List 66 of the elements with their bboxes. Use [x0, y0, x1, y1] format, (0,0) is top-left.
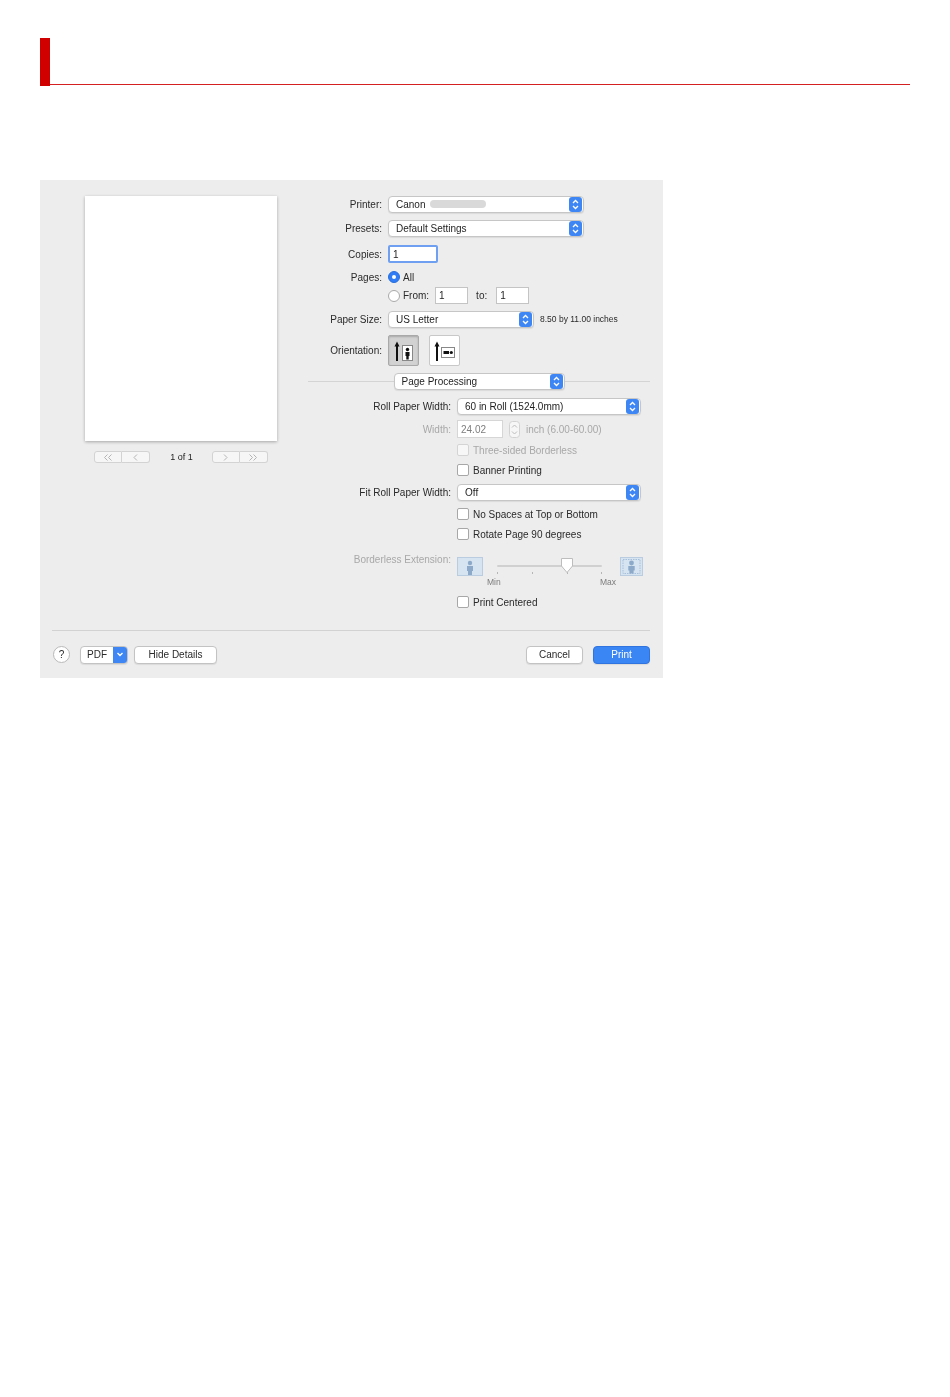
- checkbox-label: Rotate Page 90 degrees: [473, 528, 582, 540]
- landscape-orientation-button[interactable]: [429, 335, 460, 366]
- checkbox[interactable]: [457, 464, 469, 476]
- up-down-arrows-icon: [569, 196, 582, 212]
- checkbox-label: Three-sided Borderless: [473, 444, 577, 456]
- figure-tile-icon: [620, 556, 643, 576]
- copies-field[interactable]: 1: [388, 245, 438, 263]
- up-down-arrows-icon: [569, 220, 582, 236]
- checkbox[interactable]: [457, 596, 469, 608]
- tick-mark: [601, 571, 602, 574]
- help-button[interactable]: ?: [53, 646, 70, 663]
- checkbox-label: Print Centered: [473, 596, 538, 608]
- field-label: Width:: [421, 423, 451, 435]
- printer-popup[interactable]: Canon: [388, 195, 584, 213]
- checkbox-label: Banner Printing: [473, 464, 542, 476]
- field-label: Fit Roll Paper Width:: [358, 486, 451, 498]
- radio-button[interactable]: [388, 271, 400, 283]
- landscape-orientation-icon: [434, 340, 455, 361]
- page-to-field[interactable]: 1: [496, 287, 530, 304]
- up-down-arrows-icon: [549, 373, 563, 389]
- dialog-button[interactable]: Print: [593, 645, 650, 664]
- presets-popup[interactable]: Default Settings: [388, 219, 584, 237]
- range-to-label: to:: [476, 290, 488, 301]
- page-indicator: 1 of 1: [170, 452, 193, 462]
- hide-details-button[interactable]: Hide Details: [134, 645, 217, 664]
- setting-popup[interactable]: Off: [457, 483, 641, 501]
- pdf-menu-button[interactable]: PDF: [80, 645, 128, 664]
- paper-size-popup[interactable]: US Letter: [388, 310, 534, 328]
- field-label: Copies:: [347, 248, 382, 260]
- chevron-left-icon: [131, 453, 140, 461]
- slider-max-label: Max: [599, 577, 616, 587]
- radio-label: All: [403, 271, 415, 283]
- checkbox[interactable]: [457, 508, 469, 520]
- unit-text: inch (6.00-60.00): [526, 423, 602, 435]
- field-label: Paper Size:: [329, 313, 382, 325]
- heading-accent-bar: [40, 38, 50, 86]
- up-down-arrows-icon: [626, 398, 639, 414]
- checkbox[interactable]: [457, 528, 469, 540]
- up-down-arrows-icon: [626, 484, 639, 500]
- dialog-button[interactable]: Cancel: [526, 645, 583, 664]
- paper-dimensions-text: 8.50 by 11.00 inches: [540, 314, 618, 324]
- radio-label: From:: [403, 290, 430, 301]
- chevron-right-icon: [221, 453, 230, 461]
- double-chevron-right-icon: [249, 453, 258, 461]
- field-label: Presets:: [344, 222, 382, 234]
- up-down-arrows-icon: [519, 311, 532, 327]
- radio-button[interactable]: [388, 289, 400, 302]
- tick-mark: [532, 571, 533, 574]
- double-chevron-left-icon: [104, 453, 113, 461]
- checkbox-label: No Spaces at Top or Bottom: [473, 508, 598, 520]
- portrait-orientation-icon: [394, 340, 413, 361]
- page-from-field[interactable]: 1: [435, 287, 469, 304]
- tick-mark: [497, 571, 498, 574]
- field-label: Pages:: [349, 271, 382, 283]
- field-label: Printer:: [348, 198, 382, 210]
- stepper-arrows-icon[interactable]: [509, 420, 520, 438]
- field-label: Roll Paper Width:: [372, 400, 451, 412]
- tick-mark: [567, 571, 568, 574]
- field-label: Orientation:: [329, 345, 382, 356]
- slider-min-label: Min: [487, 577, 501, 587]
- field-label: Borderless Extension:: [352, 553, 451, 565]
- portrait-orientation-button[interactable]: [388, 335, 419, 366]
- dropdown-arrow-icon: [113, 646, 127, 663]
- panel-menu-popup[interactable]: Page Processing: [393, 372, 565, 390]
- figure-tile-icon: [457, 556, 483, 576]
- setting-popup[interactable]: 60 in Roll (1524.0mm): [457, 397, 641, 415]
